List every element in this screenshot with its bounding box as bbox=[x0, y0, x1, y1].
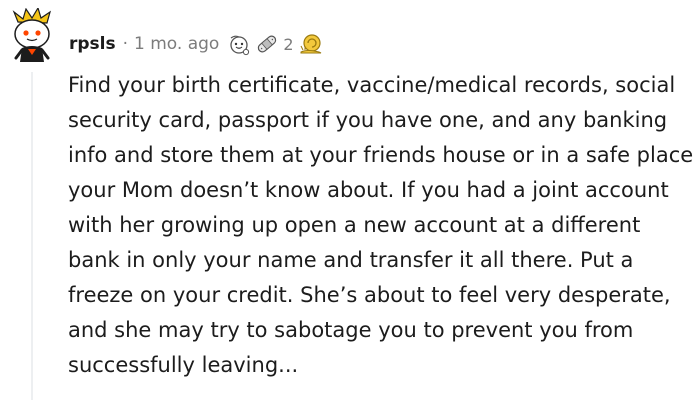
comment: rpsls · 1 mo. ago 2 Find your birth cert… bbox=[0, 0, 700, 400]
comment-body: Find your birth certificate, vaccine/med… bbox=[68, 73, 694, 377]
timestamp-link[interactable]: 1 mo. ago bbox=[134, 34, 219, 54]
thread-line[interactable] bbox=[31, 72, 33, 400]
username-link[interactable]: rpsls bbox=[69, 34, 116, 54]
user-avatar[interactable] bbox=[8, 8, 56, 64]
award-count: 2 bbox=[283, 34, 294, 54]
wholesome-seal-award-icon[interactable] bbox=[227, 32, 251, 56]
comment-meta: rpsls · 1 mo. ago 2 bbox=[69, 30, 327, 58]
golden-snail-award-icon[interactable] bbox=[299, 32, 323, 56]
awards-list: 2 bbox=[227, 32, 326, 56]
meta-separator: · bbox=[122, 34, 129, 54]
bandaid-award-icon[interactable] bbox=[255, 32, 279, 56]
